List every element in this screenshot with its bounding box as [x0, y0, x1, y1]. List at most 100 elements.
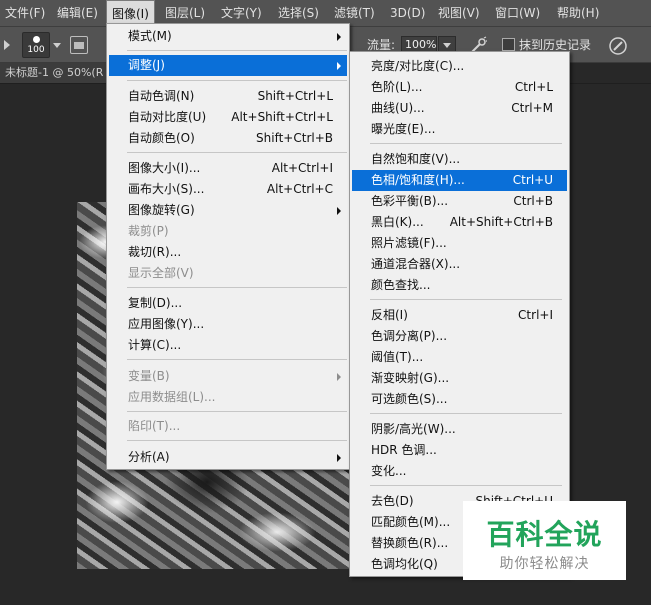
- menu-item-label: 颜色查找...: [371, 278, 431, 292]
- menu-separator: [127, 80, 347, 81]
- brush-tip-icon: [33, 36, 40, 43]
- image-menu-item-apply-image[interactable]: 应用图像(Y)...: [109, 314, 347, 335]
- menu-separator: [127, 359, 347, 360]
- image-menu: 模式(M) 调整(J) 自动色调(N) Shift+Ctrl+L 自动对比度(U)…: [106, 23, 350, 470]
- brush-size-value: 100: [27, 45, 45, 55]
- adjust-item-hue-saturation[interactable]: 色相/饱和度(H)... Ctrl+U: [352, 170, 567, 191]
- adjust-item-black-white[interactable]: 黑白(K)... Alt+Shift+Ctrl+B: [352, 212, 567, 233]
- menu-item-label: 色相/饱和度(H)...: [371, 173, 465, 187]
- image-menu-item-canvas-size[interactable]: 画布大小(S)... Alt+Ctrl+C: [109, 179, 347, 200]
- menu-item-label: 反相(I): [371, 308, 408, 322]
- adjust-item-color-balance[interactable]: 色彩平衡(B)... Ctrl+B: [352, 191, 567, 212]
- image-menu-item-duplicate[interactable]: 复制(D)...: [109, 293, 347, 314]
- brush-panel-toggle-icon[interactable]: [70, 36, 88, 54]
- menu-item-shortcut: Shift+Ctrl+L: [257, 89, 333, 103]
- menu-item-label: 自动颜色(O): [128, 131, 195, 145]
- image-menu-item-image-size[interactable]: 图像大小(I)... Alt+Ctrl+I: [109, 158, 347, 179]
- adjust-item-shadows-highlights[interactable]: 阴影/高光(W)...: [352, 419, 567, 440]
- menu-item-label: 色阶(L)...: [371, 80, 423, 94]
- image-menu-item-reveal-all: 显示全部(V): [109, 263, 347, 284]
- menu-item-shortcut: Alt+Shift+Ctrl+B: [449, 215, 553, 229]
- menu-separator: [370, 485, 562, 486]
- image-menu-item-calculations[interactable]: 计算(C)...: [109, 335, 347, 356]
- submenu-arrow-icon: [337, 207, 341, 215]
- menu-item-label: 图像旋转(G): [128, 203, 195, 217]
- pressure-size-icon[interactable]: [607, 35, 629, 57]
- adjust-item-variations[interactable]: 变化...: [352, 461, 567, 482]
- menu-edit[interactable]: 编辑(E): [52, 0, 103, 27]
- menu-file[interactable]: 文件(F): [0, 0, 50, 27]
- menu-item-label: 色彩平衡(B)...: [371, 194, 449, 208]
- menu-window[interactable]: 窗口(W): [490, 0, 545, 27]
- menu-separator: [370, 413, 562, 414]
- image-menu-item-mode[interactable]: 模式(M): [109, 26, 347, 47]
- adjust-item-brightness-contrast[interactable]: 亮度/对比度(C)...: [352, 56, 567, 77]
- brush-picker-caret-icon[interactable]: [53, 43, 61, 48]
- menu-item-label: 渐变映射(G)...: [371, 371, 450, 385]
- adjust-item-color-lookup[interactable]: 颜色查找...: [352, 275, 567, 296]
- adjust-item-invert[interactable]: 反相(I) Ctrl+I: [352, 305, 567, 326]
- menu-item-shortcut: Ctrl+I: [518, 308, 553, 322]
- menu-item-shortcut: Ctrl+B: [513, 194, 553, 208]
- menu-item-label: 替换颜色(R)...: [371, 536, 449, 550]
- adjust-item-curves[interactable]: 曲线(U)... Ctrl+M: [352, 98, 567, 119]
- menu-item-label: 亮度/对比度(C)...: [371, 59, 465, 73]
- image-menu-item-apply-data-set: 应用数据组(L)...: [109, 387, 347, 408]
- menu-item-label: 图像大小(I)...: [128, 161, 201, 175]
- menu-item-label: 去色(D): [371, 494, 414, 508]
- menu-item-label: 变化...: [371, 464, 407, 478]
- menu-item-label: 应用数据组(L)...: [128, 390, 216, 404]
- submenu-arrow-icon: [337, 373, 341, 381]
- tool-preset-arrow-icon[interactable]: [4, 40, 10, 50]
- menu-3d[interactable]: 3D(D): [385, 0, 430, 27]
- menu-separator: [370, 299, 562, 300]
- image-menu-item-auto-contrast[interactable]: 自动对比度(U) Alt+Shift+Ctrl+L: [109, 107, 347, 128]
- erase-to-history-checkbox[interactable]: [502, 38, 515, 51]
- menu-item-label: 计算(C)...: [128, 338, 182, 352]
- adjust-item-posterize[interactable]: 色调分离(P)...: [352, 326, 567, 347]
- menu-separator: [127, 440, 347, 441]
- image-menu-item-trim[interactable]: 裁切(R)...: [109, 242, 347, 263]
- menu-item-label: 匹配颜色(M)...: [371, 515, 451, 529]
- menu-help[interactable]: 帮助(H): [552, 0, 604, 27]
- menu-item-label: 显示全部(V): [128, 266, 194, 280]
- adjust-item-exposure[interactable]: 曝光度(E)...: [352, 119, 567, 140]
- adjust-item-hdr-toning[interactable]: HDR 色调...: [352, 440, 567, 461]
- adjust-item-gradient-map[interactable]: 渐变映射(G)...: [352, 368, 567, 389]
- image-menu-item-trap: 陷印(T)...: [109, 416, 347, 437]
- adjust-item-channel-mixer[interactable]: 通道混合器(X)...: [352, 254, 567, 275]
- menu-item-label: 黑白(K)...: [371, 215, 424, 229]
- watermark-title: 百科全说: [486, 518, 603, 551]
- menu-separator: [127, 152, 347, 153]
- menu-item-label: 应用图像(Y)...: [128, 317, 205, 331]
- menu-item-label: 模式(M): [128, 29, 172, 43]
- image-menu-item-auto-color[interactable]: 自动颜色(O) Shift+Ctrl+B: [109, 128, 347, 149]
- document-tab[interactable]: 未标题-1 @ 50%(R: [0, 63, 106, 83]
- menu-item-label: 阴影/高光(W)...: [371, 422, 456, 436]
- menu-item-label: 曝光度(E)...: [371, 122, 436, 136]
- menu-item-label: 曲线(U)...: [371, 101, 425, 115]
- adjust-item-threshold[interactable]: 阈值(T)...: [352, 347, 567, 368]
- menu-item-label: 可选颜色(S)...: [371, 392, 448, 406]
- brush-preset-picker[interactable]: 100: [22, 32, 50, 58]
- adjust-item-vibrance[interactable]: 自然饱和度(V)...: [352, 149, 567, 170]
- menu-item-label: 色调分离(P)...: [371, 329, 448, 343]
- menu-item-label: HDR 色调...: [371, 443, 437, 457]
- submenu-arrow-icon: [337, 33, 341, 41]
- menu-item-label: 阈值(T)...: [371, 350, 424, 364]
- menu-item-label: 陷印(T)...: [128, 419, 181, 433]
- adjust-item-selective-color[interactable]: 可选颜色(S)...: [352, 389, 567, 410]
- menu-item-label: 通道混合器(X)...: [371, 257, 461, 271]
- adjust-item-photo-filter[interactable]: 照片滤镜(F)...: [352, 233, 567, 254]
- image-menu-item-variables: 变量(B): [109, 366, 347, 387]
- image-menu-item-auto-tone[interactable]: 自动色调(N) Shift+Ctrl+L: [109, 86, 347, 107]
- image-menu-item-adjustments[interactable]: 调整(J): [109, 55, 347, 76]
- image-menu-item-image-rotation[interactable]: 图像旋转(G): [109, 200, 347, 221]
- adjust-item-levels[interactable]: 色阶(L)... Ctrl+L: [352, 77, 567, 98]
- menu-item-label: 照片滤镜(F)...: [371, 236, 447, 250]
- image-menu-item-analysis[interactable]: 分析(A): [109, 447, 347, 468]
- menu-item-shortcut: Shift+Ctrl+B: [256, 131, 333, 145]
- submenu-arrow-icon: [337, 454, 341, 462]
- menu-separator: [370, 143, 562, 144]
- menu-view[interactable]: 视图(V): [433, 0, 485, 27]
